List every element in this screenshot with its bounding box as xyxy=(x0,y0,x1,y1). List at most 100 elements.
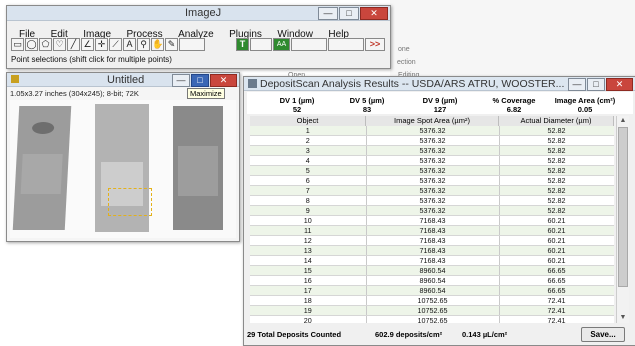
line-tool-icon[interactable]: ╱ xyxy=(67,38,80,51)
spot-area-cell: 7168.43 xyxy=(366,235,500,246)
text-tool-icon[interactable]: A xyxy=(123,38,136,51)
table-row[interactable]: 5 5376.32 52.82 xyxy=(250,165,614,176)
table-row[interactable]: 2 5376.32 52.82 xyxy=(250,135,614,146)
column-header-object[interactable]: Object xyxy=(250,116,366,126)
spot-area-cell: 10752.65 xyxy=(366,305,500,316)
table-row[interactable]: 9 5376.32 52.82 xyxy=(250,205,614,216)
scroll-thumb[interactable] xyxy=(618,127,628,287)
object-cell: 14 xyxy=(250,255,367,266)
object-cell: 1 xyxy=(250,126,367,136)
polygon-tool-icon[interactable]: ⬠ xyxy=(39,38,52,51)
macro-tool-icon[interactable]: AA xyxy=(273,38,290,51)
object-cell: 8 xyxy=(250,195,367,206)
table-row[interactable]: 14 7168.43 60.21 xyxy=(250,255,614,266)
results-title: DepositScan Analysis Results -- USDA/ARS… xyxy=(260,78,565,90)
blank-tool-icon[interactable] xyxy=(291,38,327,51)
magnifier-tool-icon[interactable]: ⚲ xyxy=(137,38,150,51)
oval-tool-icon[interactable]: ◯ xyxy=(25,38,38,51)
table-row[interactable]: 10 7168.43 60.21 xyxy=(250,215,614,226)
untitled-title: Untitled xyxy=(107,74,145,86)
table-row[interactable]: 12 7168.43 60.21 xyxy=(250,235,614,246)
diameter-cell: 52.82 xyxy=(499,195,614,206)
spot-area-cell: 5376.32 xyxy=(366,195,500,206)
total-deposits: 29 Total Deposits Counted xyxy=(247,330,342,339)
maximize-button[interactable]: □ xyxy=(339,7,359,20)
table-row[interactable]: 8 5376.32 52.82 xyxy=(250,195,614,206)
table-row[interactable]: 20 10752.65 72.41 xyxy=(250,315,614,323)
bg-label-ection: ection xyxy=(397,59,416,66)
spot-area-cell: 5376.32 xyxy=(366,205,500,216)
imagej-title: ImageJ xyxy=(185,7,222,19)
object-cell: 2 xyxy=(250,135,367,146)
untitled-minimize-button[interactable]: — xyxy=(172,74,190,87)
save-button[interactable]: Save... xyxy=(581,327,625,342)
diameter-cell: 52.82 xyxy=(499,135,614,146)
scroll-up-icon[interactable]: ▲ xyxy=(617,116,629,126)
minimize-button[interactable]: — xyxy=(318,7,338,20)
diameter-cell: 52.82 xyxy=(499,175,614,186)
table-row[interactable]: 7 5376.32 52.82 xyxy=(250,185,614,196)
table-row[interactable]: 3 5376.32 52.82 xyxy=(250,145,614,156)
close-button[interactable]: ✕ xyxy=(360,7,388,20)
results-maximize-button[interactable]: □ xyxy=(587,78,605,91)
imagej-toolbar: ▭ ◯ ⬠ ♡ ╱ ∠ ✛ ⟋ A ⚲ ✋ ✎ T AA >> xyxy=(11,38,387,52)
point-tool-icon[interactable]: ✛ xyxy=(95,38,108,51)
untitled-close-button[interactable]: ✕ xyxy=(210,74,237,87)
results-close-button[interactable]: ✕ xyxy=(606,78,633,91)
diameter-cell: 60.21 xyxy=(499,225,614,236)
table-row[interactable]: 13 7168.43 60.21 xyxy=(250,245,614,256)
column-header-spot-area[interactable]: Image Spot Area (µm²) xyxy=(366,116,499,126)
vertical-scrollbar[interactable]: ▲ ▼ xyxy=(616,116,629,323)
table-row[interactable]: 4 5376.32 52.82 xyxy=(250,155,614,166)
spot-area-cell: 7168.43 xyxy=(366,245,500,256)
hand-tool-icon[interactable]: ✋ xyxy=(151,38,164,51)
wand-tool-icon[interactable]: ⟋ xyxy=(109,38,122,51)
object-cell: 13 xyxy=(250,245,367,256)
freehand-tool-icon[interactable]: ♡ xyxy=(53,38,66,51)
column-header-diameter[interactable]: Actual Diameter (µm) xyxy=(499,116,614,126)
table-row[interactable]: 19 10752.65 72.41 xyxy=(250,305,614,316)
imagej-window: ImageJ — □ ✕ File Edit Image Process Ana… xyxy=(6,5,391,69)
diameter-cell: 66.65 xyxy=(499,265,614,276)
spot-area-cell: 5376.32 xyxy=(366,175,500,186)
diameter-cell: 52.82 xyxy=(499,205,614,216)
spot-area-cell: 5376.32 xyxy=(366,145,500,156)
spot-area-cell: 7168.43 xyxy=(366,255,500,266)
results-minimize-button[interactable]: — xyxy=(568,78,586,91)
spot-area-cell: 8960.54 xyxy=(366,285,500,296)
object-cell: 15 xyxy=(250,265,367,276)
table-row[interactable]: 11 7168.43 60.21 xyxy=(250,225,614,236)
diameter-cell: 72.41 xyxy=(499,295,614,306)
diameter-cell: 60.21 xyxy=(499,235,614,246)
table-row[interactable]: 6 5376.32 52.82 xyxy=(250,175,614,186)
object-cell: 11 xyxy=(250,225,367,236)
summary-label-image-area: Image Area (cm²) xyxy=(554,96,616,105)
table-row[interactable]: 16 8960.54 66.65 xyxy=(250,275,614,286)
diameter-cell: 52.82 xyxy=(499,145,614,156)
table-row[interactable]: 1 5376.32 52.82 xyxy=(250,126,614,136)
image-canvas[interactable] xyxy=(10,100,236,238)
object-cell: 5 xyxy=(250,165,367,176)
rectangle-tool-icon[interactable]: ▭ xyxy=(11,38,24,51)
scroll-down-icon[interactable]: ▼ xyxy=(617,313,629,323)
object-cell: 6 xyxy=(250,175,367,186)
angle-tool-icon[interactable]: ∠ xyxy=(81,38,94,51)
object-cell: 16 xyxy=(250,275,367,286)
dropper-tool-icon[interactable]: ✎ xyxy=(165,38,178,51)
diameter-cell: 72.41 xyxy=(499,305,614,316)
deposit-volume: 0.143 µL/cm² xyxy=(462,330,508,339)
blank-tool-icon[interactable] xyxy=(250,38,272,51)
object-cell: 9 xyxy=(250,205,367,216)
t-tool-icon[interactable]: T xyxy=(236,38,249,51)
diameter-cell: 52.82 xyxy=(499,126,614,136)
untitled-maximize-button[interactable]: □ xyxy=(191,74,209,87)
results-table-viewport[interactable]: 1 5376.32 52.82 2 5376.32 52.82 3 5376.32 52.82 4… xyxy=(250,126,614,323)
blank-tool-icon[interactable] xyxy=(328,38,364,51)
arrow-tool-icon[interactable]: >> xyxy=(365,38,385,51)
imagej-status: Point selections (shift click for multip… xyxy=(11,55,172,64)
blank-tool-icon[interactable] xyxy=(179,38,205,51)
selection-rectangle[interactable] xyxy=(108,188,152,216)
table-row[interactable]: 18 10752.65 72.41 xyxy=(250,295,614,306)
table-row[interactable]: 17 8960.54 66.65 xyxy=(250,285,614,296)
table-row[interactable]: 15 8960.54 66.65 xyxy=(250,265,614,276)
